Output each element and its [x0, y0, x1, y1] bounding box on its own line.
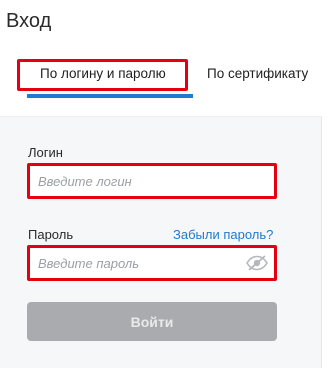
forgot-password-link[interactable]: Забыли пароль? [173, 227, 273, 242]
eye-slash-icon[interactable] [246, 255, 268, 271]
login-field-wrapper [27, 163, 277, 199]
tab-login-password-label[interactable]: По логину и паролю [40, 66, 166, 81]
password-field-wrapper [27, 245, 277, 281]
submit-button[interactable]: Войти [27, 302, 277, 341]
password-input[interactable] [38, 253, 238, 273]
password-label: Пароль [28, 227, 74, 242]
tab-certificate[interactable]: По сертификату [207, 66, 308, 81]
page-title: Вход [6, 10, 52, 32]
footer-truncated-text [27, 360, 167, 368]
login-input[interactable] [38, 171, 238, 191]
active-tab-indicator [27, 94, 193, 98]
login-label: Логин [28, 145, 63, 160]
